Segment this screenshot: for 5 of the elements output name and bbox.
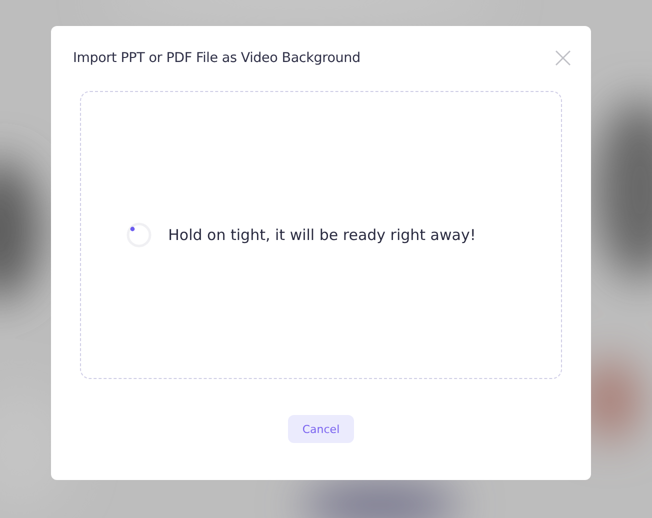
loading-message: Hold on tight, it will be ready right away! — [168, 226, 476, 244]
dialog-title: Import PPT or PDF File as Video Background — [73, 50, 360, 66]
close-icon[interactable] — [555, 50, 571, 66]
cancel-button[interactable]: Cancel — [288, 415, 354, 443]
loading-spinner-icon — [126, 222, 152, 248]
